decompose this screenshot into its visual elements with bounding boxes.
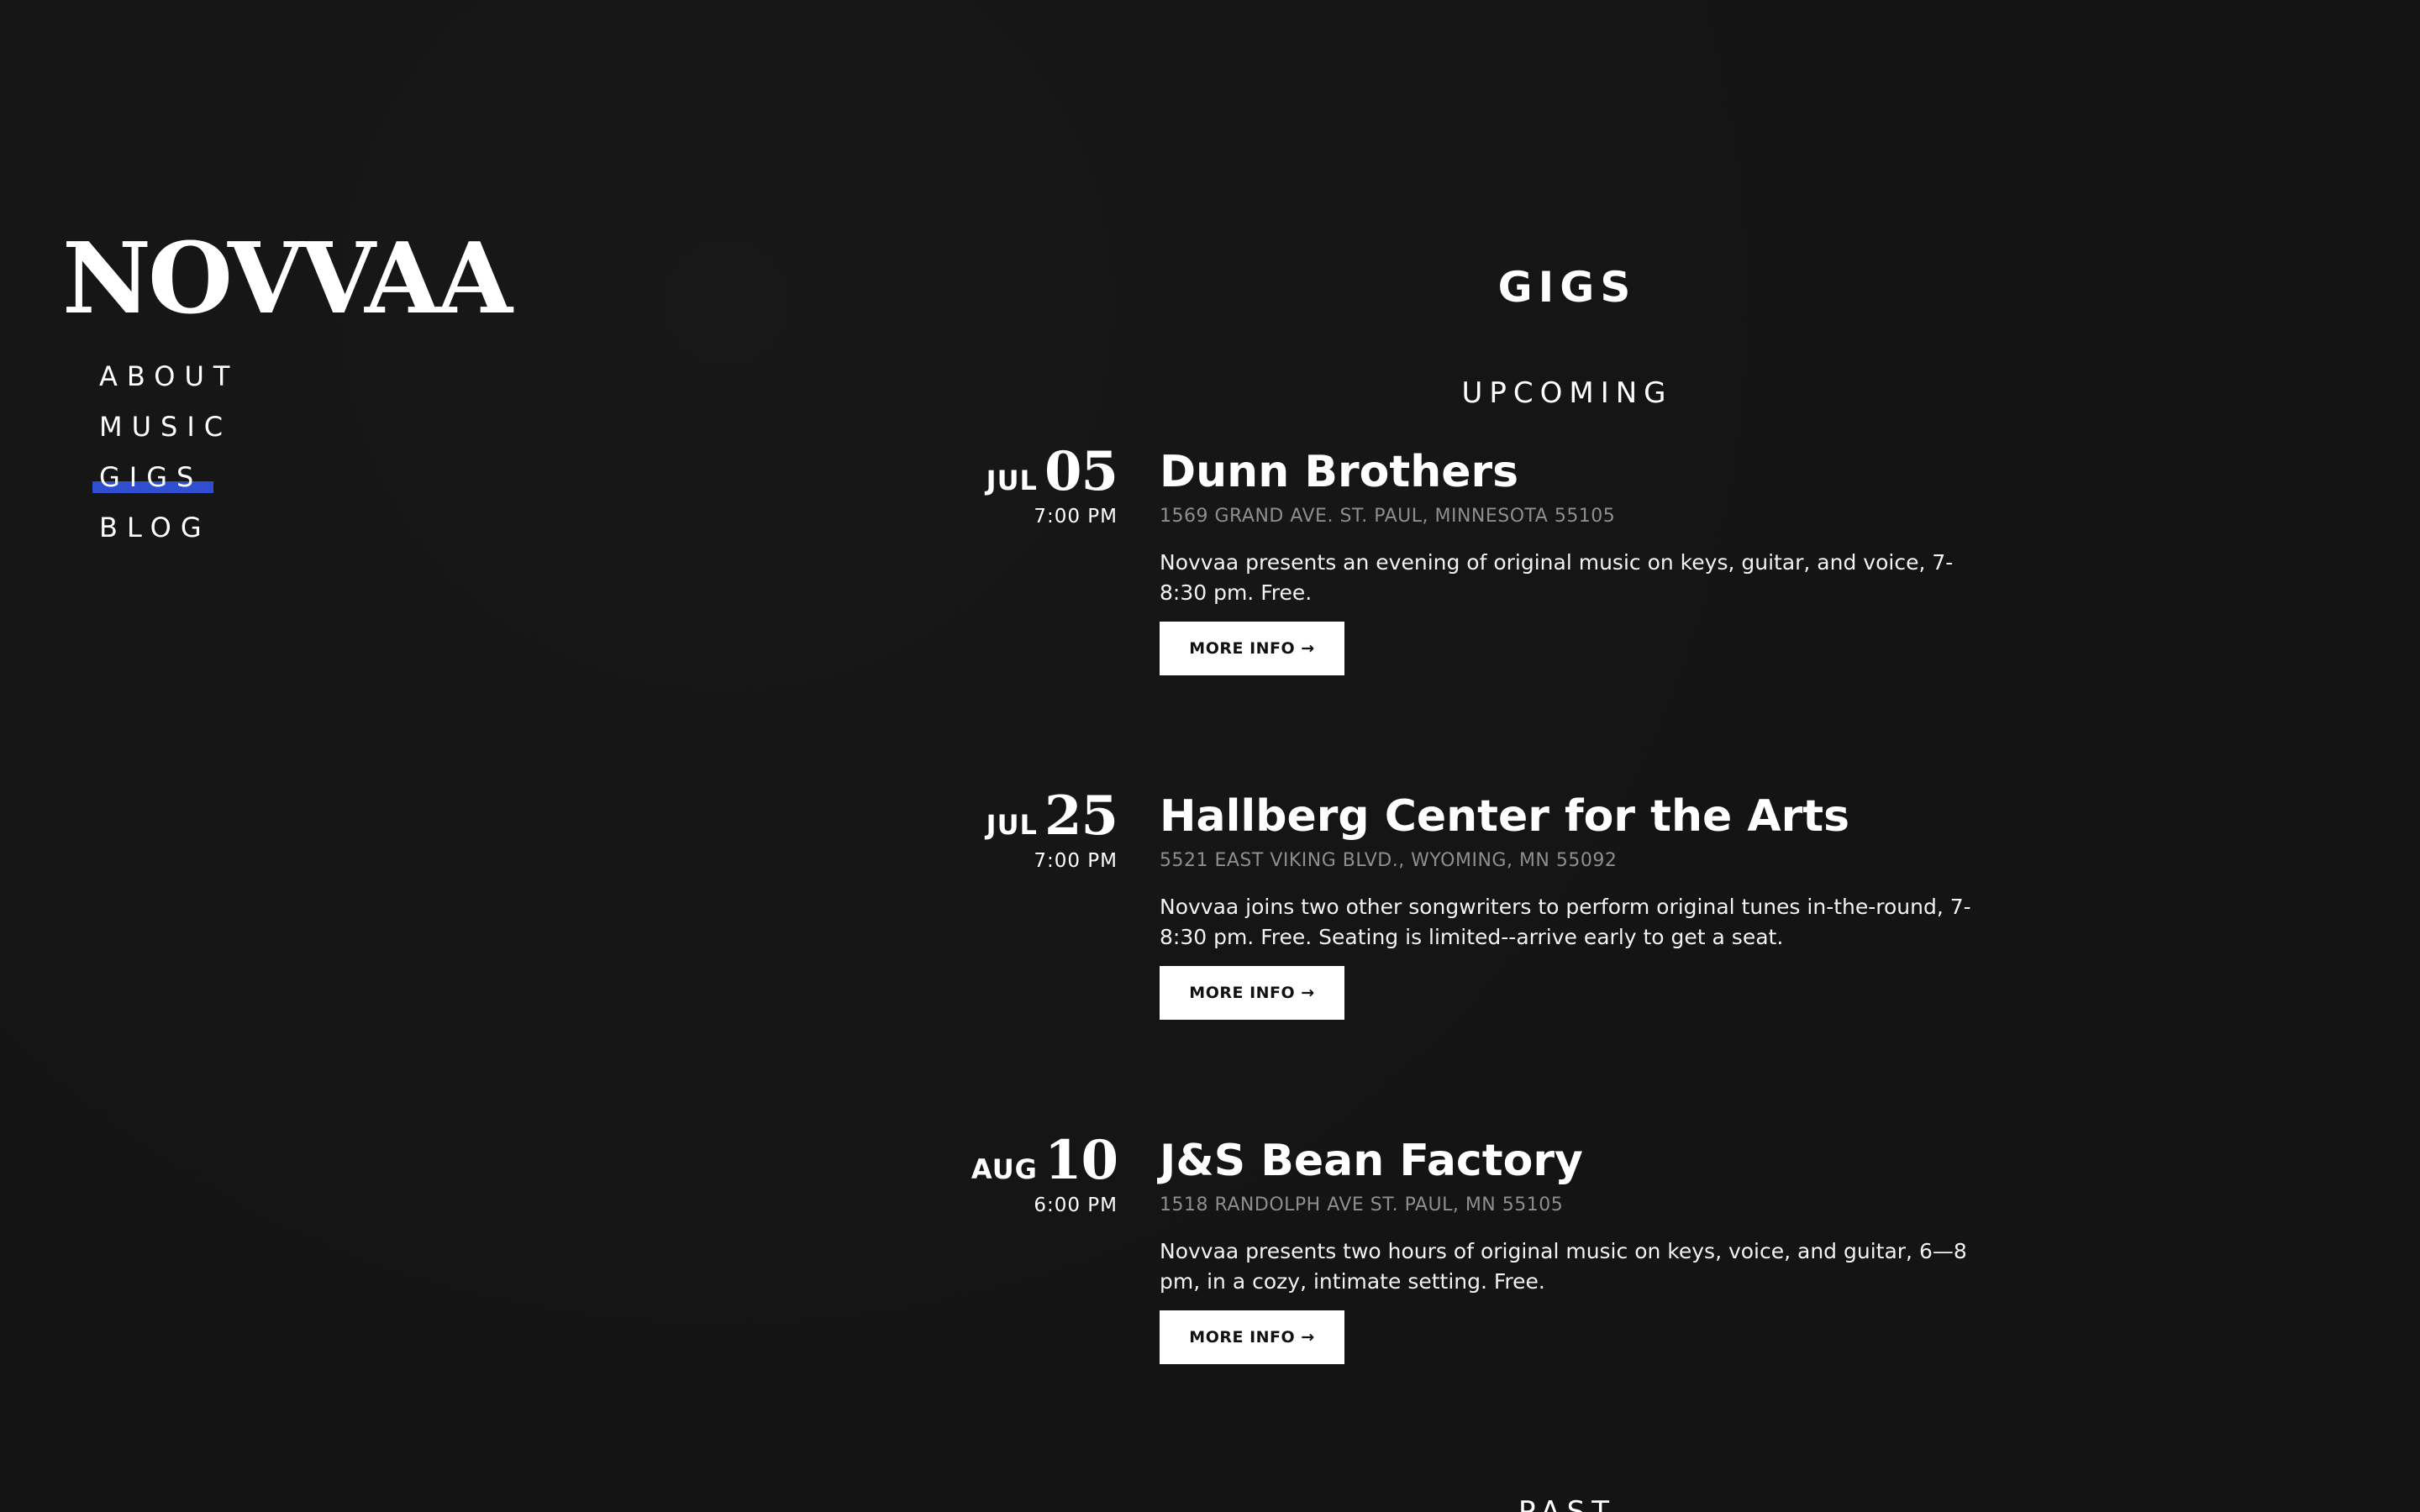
nav-item-label: BLOG [99, 512, 211, 543]
gig-item: AUG 10 6:00 PM J&S Bean Factory 1518 RAND… [966, 1129, 2050, 1473]
page-title: GIGS [1497, 263, 1637, 312]
upcoming-heading: UPCOMING [1461, 376, 1673, 410]
site-logo[interactable]: NOVVAA [62, 228, 533, 329]
sidebar: NOVVAA ABOUT MUSIC GIGS BLOG [62, 228, 533, 553]
gig-info: Hallberg Center for the Arts 5521 EAST V… [1160, 785, 2008, 1020]
nav-item-label: ABOUT [99, 360, 239, 392]
gig-time: 6:00 PM [1034, 1194, 1118, 1216]
gig-address: 5521 EAST VIKING BLVD., WYOMING, MN 5509… [1160, 850, 1618, 871]
nav-item-music[interactable]: MUSIC [99, 402, 533, 452]
gigs-main: GIGS UPCOMING JUL 05 7:00 PM Dunn Brother… [966, 252, 2050, 1473]
gig-list: JUL 05 7:00 PM Dunn Brothers 1569 GRAND A… [966, 440, 2050, 1473]
nav-item-label: MUSIC [99, 411, 233, 443]
gig-date: AUG 10 6:00 PM [966, 1129, 1118, 1216]
more-info-button[interactable]: MORE INFO → [1160, 622, 1344, 675]
gig-address: 1569 GRAND AVE. ST. PAUL, MINNESOTA 5510… [1160, 506, 1616, 527]
gig-time: 7:00 PM [1034, 850, 1118, 872]
gig-item: JUL 25 7:00 PM Hallberg Center for the Ar… [966, 785, 2050, 1129]
gig-venue[interactable]: Hallberg Center for the Arts [1160, 785, 2008, 848]
gig-venue[interactable]: J&S Bean Factory [1160, 1129, 2008, 1193]
nav-item-gigs[interactable]: GIGS [92, 452, 533, 502]
gig-info: Dunn Brothers 1569 GRAND AVE. ST. PAUL, … [1160, 440, 2008, 675]
gig-description: Novvaa presents two hours of original mu… [1160, 1239, 1967, 1294]
gig-date: JUL 25 7:00 PM [966, 785, 1118, 872]
gig-info: J&S Bean Factory 1518 RANDOLPH AVE ST. P… [1160, 1129, 2008, 1364]
nav-item-about[interactable]: ABOUT [99, 351, 533, 402]
main-nav: ABOUT MUSIC GIGS BLOG [92, 351, 533, 553]
past-heading: PAST [1518, 1495, 1616, 1512]
gig-description: Novvaa presents an evening of original m… [1160, 550, 1954, 605]
gig-month: JUL [986, 465, 1038, 496]
more-info-button[interactable]: MORE INFO → [1160, 966, 1344, 1020]
gig-day: 10 [1044, 1129, 1118, 1192]
page: NOVVAA ABOUT MUSIC GIGS BLOG GIGS UPCOMI… [0, 0, 2420, 1512]
gig-item: JUL 05 7:00 PM Dunn Brothers 1569 GRAND A… [966, 440, 2050, 785]
gig-day: 25 [1044, 785, 1118, 848]
nav-item-blog[interactable]: BLOG [99, 502, 533, 553]
gig-venue[interactable]: Dunn Brothers [1160, 440, 2008, 504]
more-info-button[interactable]: MORE INFO → [1160, 1310, 1344, 1364]
gig-day: 05 [1044, 440, 1118, 503]
gig-date: JUL 05 7:00 PM [966, 440, 1118, 528]
gig-address: 1518 RANDOLPH AVE ST. PAUL, MN 55105 [1160, 1194, 1564, 1215]
gig-month: JUL [986, 809, 1038, 841]
gig-description: Novvaa joins two other songwriters to pe… [1160, 895, 1971, 949]
gig-time: 7:00 PM [1034, 506, 1118, 528]
gig-month: AUG [971, 1153, 1038, 1185]
nav-item-label: GIGS [99, 461, 203, 493]
